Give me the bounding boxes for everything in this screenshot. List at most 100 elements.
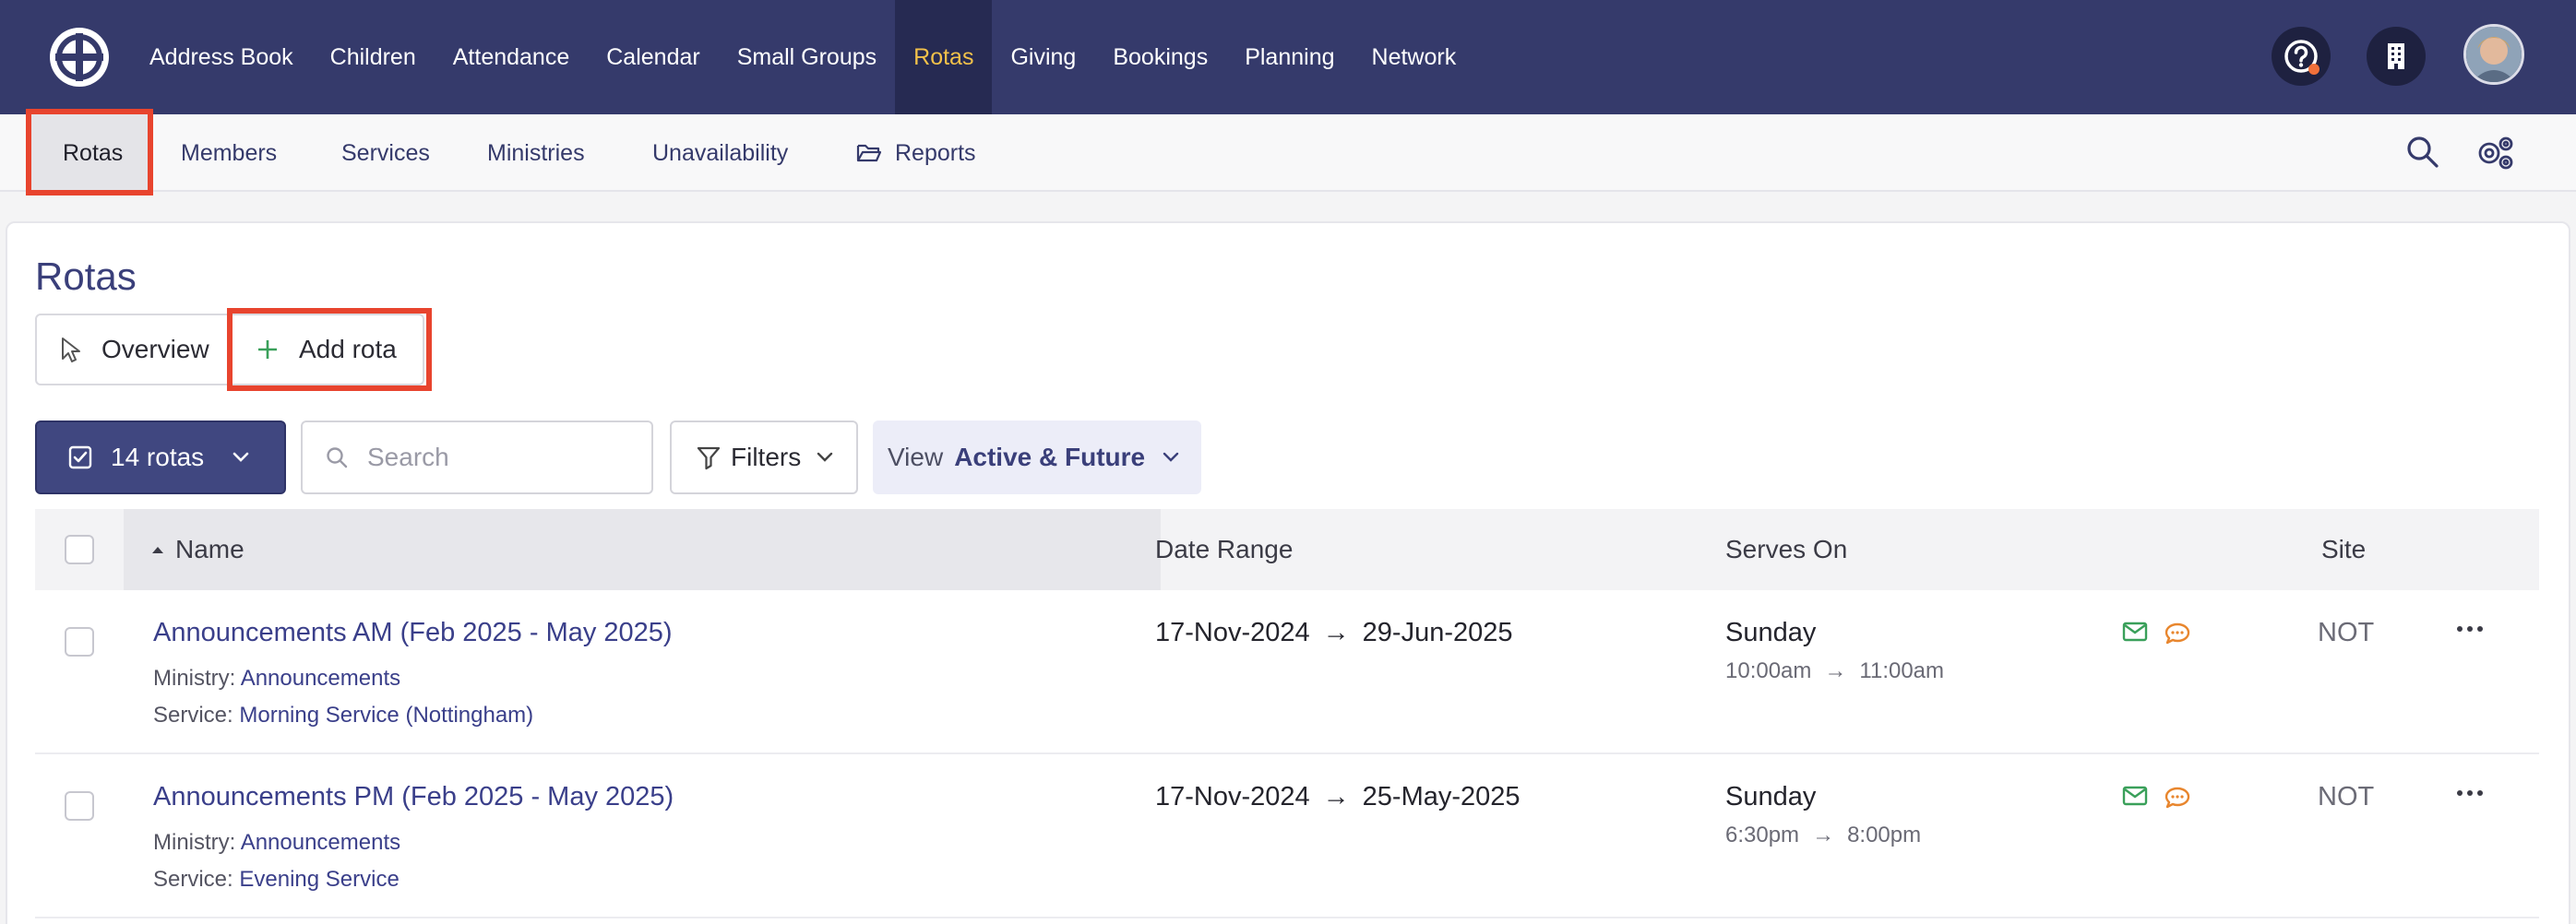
arrow-right-icon: → bbox=[1322, 782, 1350, 811]
site-code: NOT bbox=[2318, 782, 2375, 811]
nav-item-address-book[interactable]: Address Book bbox=[131, 0, 312, 114]
rota-count-select-button[interactable]: 14 rotas bbox=[35, 421, 286, 494]
building-icon bbox=[2388, 43, 2404, 69]
subnav-item-ministries[interactable]: Ministries bbox=[487, 114, 585, 192]
subnav-item-members[interactable]: Members bbox=[181, 114, 277, 192]
table-row: Announcements AM (Feb 2025 - May 2025) M… bbox=[35, 590, 2539, 754]
date-range: 17-Nov-2024 → 29-Jun-2025 bbox=[1155, 618, 1513, 648]
select-all-checkbox[interactable] bbox=[65, 535, 94, 564]
overview-label: Overview bbox=[101, 335, 209, 363]
time-start: 6:30pm bbox=[1725, 823, 1800, 847]
sort-ascending-icon bbox=[152, 547, 163, 553]
row-checkbox[interactable] bbox=[65, 791, 94, 821]
table-header: Name Date Range Serves On Site bbox=[35, 509, 2539, 590]
main-nav-menu: Address Book Children Attendance Calenda… bbox=[131, 0, 1474, 114]
service-meta: Service: Morning Service (Nottingham) bbox=[153, 703, 533, 729]
email-icon[interactable] bbox=[2122, 622, 2148, 642]
nav-item-small-groups[interactable]: Small Groups bbox=[719, 0, 895, 114]
ministry-prefix: Ministry: bbox=[153, 830, 236, 855]
service-prefix: Service: bbox=[153, 867, 233, 892]
nav-item-attendance[interactable]: Attendance bbox=[435, 0, 589, 114]
nav-item-planning[interactable]: Planning bbox=[1226, 0, 1353, 114]
subnav-reports-label: Reports bbox=[895, 139, 976, 166]
column-header-site[interactable]: Site bbox=[2321, 509, 2366, 590]
subnav-item-unavailability[interactable]: Unavailability bbox=[652, 114, 788, 192]
chevron-down-icon bbox=[233, 452, 249, 462]
organisation-button[interactable] bbox=[2367, 27, 2426, 86]
more-options-icon[interactable] bbox=[2456, 789, 2484, 797]
search-input[interactable] bbox=[367, 443, 589, 472]
serves-times: 10:00am → 11:00am bbox=[1725, 658, 1944, 684]
row-checkbox[interactable] bbox=[65, 627, 94, 657]
page-title: Rotas bbox=[35, 255, 137, 298]
service-link[interactable]: Morning Service (Nottingham) bbox=[239, 703, 533, 728]
nav-item-network[interactable]: Network bbox=[1354, 0, 1475, 114]
date-end: 29-Jun-2025 bbox=[1362, 618, 1513, 647]
date-start: 17-Nov-2024 bbox=[1155, 782, 1310, 811]
serves-day: Sunday bbox=[1725, 782, 1817, 811]
view-select-button[interactable]: View Active & Future bbox=[873, 421, 1201, 494]
column-header-date-range[interactable]: Date Range bbox=[1155, 509, 1293, 590]
serves-day: Sunday bbox=[1725, 618, 1817, 647]
ministry-link[interactable]: Announcements bbox=[241, 830, 400, 855]
help-button[interactable] bbox=[2272, 27, 2331, 86]
column-header-serves-on[interactable]: Serves On bbox=[1725, 509, 1847, 590]
nav-item-rotas[interactable]: Rotas bbox=[895, 0, 993, 114]
search-box bbox=[301, 421, 653, 494]
time-start: 10:00am bbox=[1725, 658, 1812, 683]
column-header-name-label: Name bbox=[175, 535, 244, 563]
date-range: 17-Nov-2024 → 25-May-2025 bbox=[1155, 782, 1521, 812]
highlight-rotas-tab bbox=[26, 109, 153, 195]
nav-item-children[interactable]: Children bbox=[312, 0, 435, 114]
sub-navigation-bar: Rotas Members Services Ministries Unavai… bbox=[0, 114, 2576, 192]
serves-times: 6:30pm → 8:00pm bbox=[1725, 823, 1921, 848]
chevron-down-icon bbox=[817, 452, 833, 462]
subnav-item-reports[interactable]: Reports bbox=[856, 114, 976, 192]
ministry-prefix: Ministry: bbox=[153, 666, 236, 691]
time-end: 8:00pm bbox=[1847, 823, 1922, 847]
filter-funnel-icon bbox=[697, 446, 721, 470]
sms-chat-icon[interactable] bbox=[2165, 786, 2190, 810]
service-link[interactable]: Evening Service bbox=[239, 867, 399, 892]
column-header-name[interactable]: Name bbox=[124, 509, 1161, 590]
help-icon bbox=[2284, 40, 2320, 75]
cursor-pointer-icon bbox=[62, 338, 80, 362]
arrow-right-icon: → bbox=[1812, 823, 1835, 847]
arrow-right-icon: → bbox=[1322, 618, 1350, 647]
view-value-label: Active & Future bbox=[954, 443, 1146, 471]
more-options-icon[interactable] bbox=[2456, 625, 2484, 633]
top-navigation-bar: Address Book Children Attendance Calenda… bbox=[0, 0, 2576, 114]
nav-item-calendar[interactable]: Calendar bbox=[588, 0, 718, 114]
user-avatar[interactable] bbox=[2463, 24, 2524, 85]
filters-button[interactable]: Filters bbox=[670, 421, 858, 494]
app-logo-icon[interactable] bbox=[48, 26, 111, 89]
email-icon[interactable] bbox=[2122, 786, 2148, 806]
highlight-add-rota bbox=[227, 308, 432, 391]
service-meta: Service: Evening Service bbox=[153, 867, 400, 893]
subnav-item-services[interactable]: Services bbox=[341, 114, 430, 192]
search-icon bbox=[327, 447, 348, 468]
rota-count-label: 14 rotas bbox=[111, 443, 205, 471]
site-code: NOT bbox=[2318, 618, 2375, 647]
view-prefix-label: View bbox=[888, 443, 944, 471]
time-end: 11:00am bbox=[1859, 658, 1945, 683]
ministry-meta: Ministry: Announcements bbox=[153, 666, 400, 692]
avatar-photo bbox=[2466, 27, 2522, 82]
overview-button[interactable]: Overview bbox=[35, 314, 231, 385]
nav-item-bookings[interactable]: Bookings bbox=[1094, 0, 1226, 114]
arrow-right-icon: → bbox=[1824, 658, 1847, 683]
ministry-meta: Ministry: Announcements bbox=[153, 830, 400, 856]
sms-chat-icon[interactable] bbox=[2165, 622, 2190, 646]
nav-item-giving[interactable]: Giving bbox=[992, 0, 1094, 114]
ministry-link[interactable]: Announcements bbox=[241, 666, 400, 691]
rota-name-link[interactable]: Announcements AM (Feb 2025 - May 2025) bbox=[153, 618, 673, 648]
service-prefix: Service: bbox=[153, 703, 233, 728]
search-icon[interactable] bbox=[2405, 135, 2440, 170]
table-row: Announcements PM (Feb 2025 - May 2025) M… bbox=[35, 754, 2539, 918]
rota-name-link[interactable]: Announcements PM (Feb 2025 - May 2025) bbox=[153, 782, 674, 812]
settings-gear-icon[interactable] bbox=[2475, 133, 2515, 172]
folder-open-icon bbox=[856, 144, 882, 162]
filters-label: Filters bbox=[731, 443, 802, 471]
date-end: 25-May-2025 bbox=[1362, 782, 1521, 811]
chevron-down-icon bbox=[1163, 452, 1179, 462]
